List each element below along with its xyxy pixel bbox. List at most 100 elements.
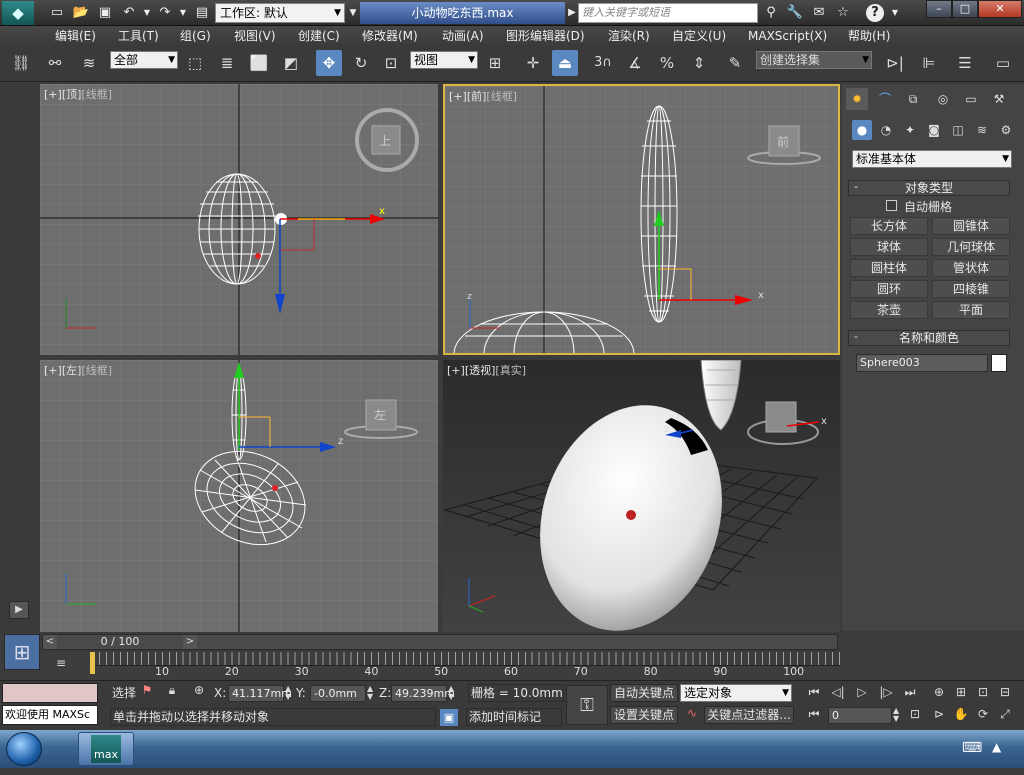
menu-help[interactable]: 帮助(H) xyxy=(848,28,890,44)
keyboard-shortcut-override-icon[interactable]: ⏏ xyxy=(552,50,578,76)
percent-snap-icon[interactable]: % xyxy=(654,50,680,76)
object-type-rollout-title[interactable]: 对象类型 xyxy=(848,180,1010,196)
modify-tab-icon[interactable]: ⌒ xyxy=(874,88,896,110)
category-dropdown[interactable]: 标准基本体 xyxy=(852,150,1012,168)
link-icon[interactable]: ⛓ xyxy=(8,50,34,76)
play-icon[interactable]: ▷ xyxy=(852,685,872,699)
time-prev-button[interactable]: < xyxy=(43,635,57,649)
select-rotate-icon[interactable]: ↻ xyxy=(348,50,374,76)
select-move-icon[interactable]: ✥ xyxy=(316,50,342,76)
menu-tools[interactable]: 工具(T) xyxy=(118,28,159,44)
auto-key-button[interactable]: 自动关键点 xyxy=(610,684,678,702)
search-input[interactable]: 键入关键字或短语 xyxy=(578,3,758,23)
cone-button[interactable]: 圆锥体 xyxy=(932,217,1010,235)
rect-selection-icon[interactable]: ⬜ xyxy=(246,50,272,76)
next-frame-icon[interactable]: |▷ xyxy=(876,685,896,699)
time-slider-thumb[interactable]: 0 / 100 xyxy=(57,635,183,649)
helpers-icon[interactable]: ◫ xyxy=(948,120,968,140)
viewport-left-shading[interactable]: [线框] xyxy=(81,364,112,377)
viewport-persp-plus-menu[interactable]: [+] xyxy=(447,364,465,377)
maximize-viewport-icon[interactable]: ⤢ xyxy=(996,707,1014,722)
binoculars-icon[interactable]: ⚲ xyxy=(762,4,780,22)
menu-customize[interactable]: 自定义(U) xyxy=(672,28,726,44)
viewport-top-shading[interactable]: [线框] xyxy=(81,88,112,101)
key-mode-toggle-icon[interactable]: ⏮ xyxy=(804,707,824,722)
time-slider[interactable]: < 0 / 100 > xyxy=(42,634,838,650)
zoom-all-icon[interactable]: ⊞ xyxy=(952,685,970,699)
geometry-icon[interactable]: ● xyxy=(852,120,872,140)
select-manipulate-icon[interactable]: ✛ xyxy=(520,50,546,76)
menu-animation[interactable]: 动画(A) xyxy=(442,28,484,44)
app-logo-icon[interactable]: ◆ xyxy=(2,1,34,25)
mirror-icon[interactable]: ⊳| xyxy=(882,50,908,76)
set-key-button[interactable]: 设置关键点 xyxy=(610,706,678,724)
spinner-snap-icon[interactable]: ⇕ xyxy=(686,50,712,76)
shapes-icon[interactable]: ◔ xyxy=(876,120,896,140)
bind-spacewarp-icon[interactable]: ≋ xyxy=(76,50,102,76)
unlink-icon[interactable]: ⚯ xyxy=(42,50,68,76)
autogrid-checkbox[interactable] xyxy=(886,200,897,211)
track-frame-marker[interactable] xyxy=(90,652,95,674)
menu-graph-editors[interactable]: 图形编辑器(D) xyxy=(506,28,585,44)
keyboard-tray-icon[interactable]: ⌨ xyxy=(962,740,982,756)
workspace-dropdown[interactable]: 工作区: 默认 xyxy=(215,3,345,23)
menu-edit[interactable]: 编辑(E) xyxy=(55,28,96,44)
x-coordinate-field[interactable]: 41.117mm xyxy=(228,685,292,702)
viewport-layout-icon[interactable]: ⊞ xyxy=(4,634,40,670)
selection-lock-icon[interactable]: 🔒︎ xyxy=(163,683,181,701)
object-name-field[interactable]: Sphere003 xyxy=(856,354,988,372)
systems-icon[interactable]: ⚙ xyxy=(996,120,1016,140)
start-button-icon[interactable] xyxy=(6,732,42,766)
viewport-persp-shading[interactable]: [真实] xyxy=(495,364,526,377)
minimize-button[interactable]: – xyxy=(926,0,952,18)
time-config-icon[interactable]: ⊡ xyxy=(906,707,924,721)
key-filter-curve-icon[interactable]: ∿ xyxy=(682,706,702,724)
geosphere-button[interactable]: 几何球体 xyxy=(932,238,1010,256)
layer-manager-icon[interactable]: ☰ xyxy=(952,50,978,76)
zoom-icon[interactable]: ⊕ xyxy=(930,685,948,699)
zoom-extents-icon[interactable]: ⊡ xyxy=(974,685,992,699)
redo-icon[interactable]: ↷ xyxy=(156,4,174,22)
viewport-top-plus-menu[interactable]: [+] xyxy=(44,88,62,101)
spacewarps-icon[interactable]: ≋ xyxy=(972,120,992,140)
window-crossing-icon[interactable]: ◩ xyxy=(278,50,304,76)
goto-start-icon[interactable]: ⏮ xyxy=(804,685,824,700)
select-object-icon[interactable]: ⬚ xyxy=(182,50,208,76)
current-frame-field[interactable]: 0 xyxy=(828,707,892,724)
close-button[interactable]: ✕ xyxy=(978,0,1022,18)
sphere-button[interactable]: 球体 xyxy=(850,238,928,256)
maxscript-welcome-field[interactable]: 欢迎使用 MAXSc xyxy=(2,705,98,725)
left-viewcube-label[interactable]: 左 xyxy=(374,406,386,423)
create-tab-icon[interactable]: ✸ xyxy=(846,88,868,110)
name-color-rollout-title[interactable]: 名称和颜色 xyxy=(848,330,1010,346)
pivot-center-icon[interactable]: ⊞ xyxy=(482,50,508,76)
lights-icon[interactable]: ✦ xyxy=(900,120,920,140)
zoom-extents-all-icon[interactable]: ⊟ xyxy=(996,685,1014,699)
plane-button[interactable]: 平面 xyxy=(932,301,1010,319)
teapot-button[interactable]: 茶壶 xyxy=(850,301,928,319)
motion-tab-icon[interactable]: ◎ xyxy=(932,88,954,110)
subscription-icon[interactable]: 🔧 xyxy=(786,4,804,22)
expand-panel-arrow-icon[interactable]: ▶ xyxy=(9,601,29,619)
utilities-tab-icon[interactable]: ⚒ xyxy=(988,88,1010,110)
viewport-top-label[interactable]: [+][顶][线框] xyxy=(44,86,112,102)
tray-expand-icon[interactable]: ▲ xyxy=(992,740,1001,754)
viewport-front-name[interactable]: [前] xyxy=(467,90,487,103)
snaps-toggle-icon[interactable]: 3∩ xyxy=(590,50,616,76)
y-spinner-icon[interactable]: ▲ ▼ xyxy=(367,685,375,701)
maximize-button[interactable]: □ xyxy=(952,0,978,18)
viewport-persp-name[interactable]: [透视] xyxy=(465,364,496,377)
angle-snap-icon[interactable]: ∡ xyxy=(622,50,648,76)
new-file-icon[interactable]: ▭ xyxy=(48,4,66,22)
absolute-mode-icon[interactable]: ⊕ xyxy=(190,683,208,701)
help-dropdown-icon[interactable]: ▼ xyxy=(886,4,904,22)
goto-end-icon[interactable]: ⏭ xyxy=(900,685,920,700)
display-tab-icon[interactable]: ▭ xyxy=(960,88,982,110)
favorites-star-icon[interactable]: ☆ xyxy=(834,4,852,22)
graphite-ribbon-icon[interactable]: ▭ xyxy=(990,50,1016,76)
tube-button[interactable]: 管状体 xyxy=(932,259,1010,277)
track-bar[interactable]: ≡ 10 20 30 40 50 60 70 80 90 100 xyxy=(42,652,842,682)
viewport-front-shading[interactable]: [线框] xyxy=(486,90,517,103)
named-selection-dropdown[interactable]: 创建选择集 xyxy=(756,51,872,69)
viewport-front-label[interactable]: [+][前][线框] xyxy=(449,88,517,104)
